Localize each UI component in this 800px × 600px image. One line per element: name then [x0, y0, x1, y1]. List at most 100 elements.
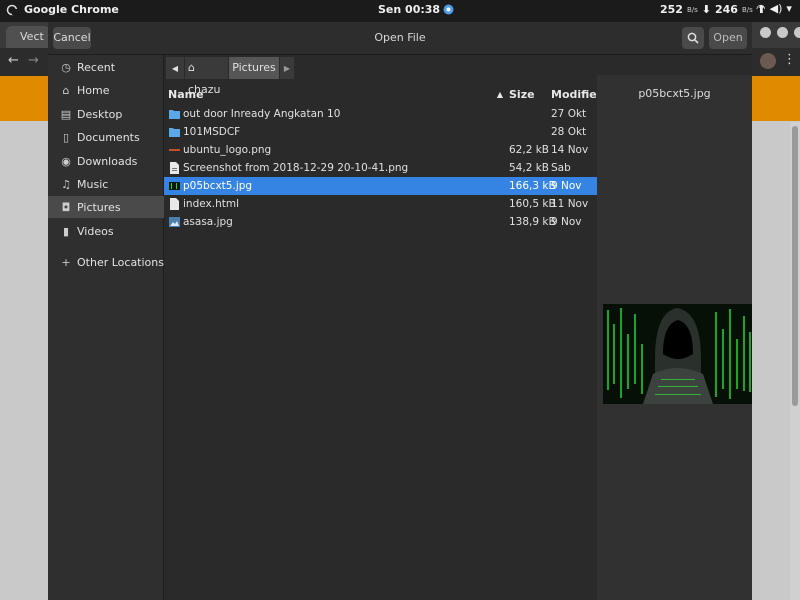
folder-icon — [169, 128, 180, 137]
page-scrollbar-thumb[interactable] — [792, 126, 798, 406]
music-icon: ♫ — [61, 177, 71, 191]
window-controls[interactable] — [760, 27, 800, 38]
dialog-title: Open File — [374, 31, 426, 44]
file-row[interactable]: ubuntu_logo.png 62,2 kB 14 Nov — [164, 141, 597, 159]
desktop-icon: ▤ — [60, 107, 72, 121]
browser-tab-label: Vect — [20, 30, 44, 43]
system-tray[interactable]: ◠ ◀) ▾ — [756, 2, 792, 15]
file-name: index.html — [183, 198, 239, 210]
net-up-unit: B/s — [741, 5, 753, 14]
file-row-selected[interactable]: p05bcxt5.jpg 166,3 kB 9 Nov — [164, 177, 597, 195]
camera-icon: ◘ — [61, 200, 71, 214]
file-modified: 11 Nov — [551, 198, 589, 210]
file-name: out door Inready Angkatan 10 — [183, 108, 341, 120]
network-speed: 252 B/s ⬇ 246 B/s ⬆ — [660, 3, 766, 16]
places-sidebar: ◷ Recent ⌂ Home ▤ Desktop ▯ Documents ◉ … — [48, 55, 164, 600]
document-icon — [170, 162, 179, 174]
file-size: 138,9 kB — [509, 216, 556, 228]
breadcrumb-pictures[interactable]: Pictures — [229, 57, 279, 79]
downloads-icon: ◉ — [61, 154, 71, 168]
dialog-header: Cancel Open File Open — [48, 22, 752, 55]
chevron-left-icon: ◀ — [171, 64, 179, 73]
file-modified: Sab — [551, 162, 571, 174]
documents-icon: ▯ — [62, 130, 70, 144]
plus-icon: + — [61, 255, 71, 269]
clock[interactable]: Sen 00:38 — [378, 3, 454, 16]
minimize-button[interactable] — [760, 27, 771, 38]
file-row[interactable]: Screenshot from 2018-12-29 20-10-41.png … — [164, 159, 597, 177]
file-name: 101MSDCF — [183, 126, 241, 138]
column-header-label: Name — [168, 88, 204, 101]
sidebar-item-pictures[interactable]: ◘ Pictures — [48, 196, 164, 218]
image-thumbnail-icon — [169, 182, 180, 190]
net-up-value: 246 — [715, 3, 738, 16]
close-button[interactable] — [794, 27, 800, 38]
preview-image — [603, 304, 752, 404]
sidebar-item-other-locations[interactable]: + Other Locations — [48, 251, 164, 273]
file-modified: 28 Okt — [551, 126, 587, 138]
sidebar-item-label: Music — [77, 177, 109, 191]
sidebar-item-label: Videos — [77, 224, 114, 238]
open-button[interactable]: Open — [709, 27, 747, 49]
sidebar-item-recent[interactable]: ◷ Recent — [48, 56, 164, 78]
file-row[interactable]: index.html 160,5 kB 11 Nov — [164, 195, 597, 213]
file-size: 166,3 kB — [509, 180, 556, 192]
file-size: 160,5 kB — [509, 198, 556, 210]
column-header-name[interactable]: Name ▲ — [168, 85, 503, 105]
chevron-right-icon: ▶ — [283, 64, 291, 73]
sidebar-item-desktop[interactable]: ▤ Desktop — [48, 103, 164, 125]
app-menu[interactable]: Google Chrome — [6, 3, 119, 16]
wifi-icon[interactable]: ◠ — [756, 2, 766, 15]
net-down-unit: B/s — [686, 5, 698, 14]
sidebar-item-label: Downloads — [77, 154, 138, 168]
open-file-dialog: Cancel Open File Open ◷ Recent ⌂ Home ▤ … — [48, 22, 752, 600]
file-modified: 27 Okt — [551, 108, 587, 120]
sidebar-item-label: Home — [77, 83, 110, 97]
file-modified: 9 Nov — [551, 216, 582, 228]
arrow-down-icon: ⬇ — [701, 3, 711, 16]
sidebar-item-label: Desktop — [77, 107, 123, 121]
sidebar-item-label: Documents — [77, 130, 140, 144]
kebab-menu-icon[interactable]: ⋮ — [783, 52, 796, 67]
sidebar-item-label: Pictures — [77, 200, 121, 214]
preview-filename: p05bcxt5.jpg — [638, 87, 711, 100]
power-menu-icon[interactable]: ▾ — [786, 2, 792, 15]
sidebar-item-videos[interactable]: ▮ Videos — [48, 220, 164, 242]
file-row[interactable]: 101MSDCF 28 Okt — [164, 123, 597, 141]
forward-icon[interactable]: → — [28, 53, 39, 68]
folder-icon — [169, 110, 180, 119]
image-thumbnail-icon — [169, 217, 180, 227]
clock-icon: ◷ — [61, 60, 71, 74]
sort-ascending-icon: ▲ — [496, 90, 503, 99]
app-name: Google Chrome — [24, 3, 119, 16]
sidebar-item-documents[interactable]: ▯ Documents — [48, 126, 164, 148]
image-thumbnail-icon — [169, 149, 180, 151]
profile-avatar[interactable] — [760, 53, 776, 69]
path-forward-button[interactable]: ▶ — [280, 57, 294, 79]
maximize-button[interactable] — [777, 27, 788, 38]
film-icon: ▮ — [62, 224, 70, 238]
volume-icon[interactable]: ◀) — [770, 2, 783, 15]
file-name: p05bcxt5.jpg — [183, 180, 253, 192]
path-back-button[interactable]: ◀ — [166, 57, 184, 79]
debian-logo-icon — [6, 4, 18, 15]
search-button[interactable] — [682, 27, 704, 49]
sidebar-item-downloads[interactable]: ◉ Downloads — [48, 150, 164, 172]
file-row[interactable]: asasa.jpg 138,9 kB 9 Nov — [164, 213, 597, 231]
search-icon — [687, 32, 699, 44]
sidebar-item-music[interactable]: ♫ Music — [48, 173, 164, 195]
browser-tab[interactable]: Vect — [6, 26, 50, 48]
sidebar-item-label: Other Locations — [77, 255, 164, 269]
column-header-size[interactable]: Size — [509, 85, 549, 105]
sidebar-item-home[interactable]: ⌂ Home — [48, 79, 164, 101]
file-name: ubuntu_logo.png — [183, 144, 272, 156]
column-header-modified[interactable]: Modified — [551, 85, 605, 105]
file-modified: 14 Nov — [551, 144, 589, 156]
document-icon — [170, 198, 179, 210]
home-icon: ⌂ — [62, 83, 70, 97]
home-icon: ⌂ — [188, 61, 195, 74]
back-icon[interactable]: ← — [8, 53, 19, 68]
file-name: asasa.jpg — [183, 216, 233, 228]
file-row[interactable]: out door Inready Angkatan 10 27 Okt — [164, 105, 597, 123]
breadcrumb-home[interactable]: ⌂ chazu — [185, 57, 228, 96]
